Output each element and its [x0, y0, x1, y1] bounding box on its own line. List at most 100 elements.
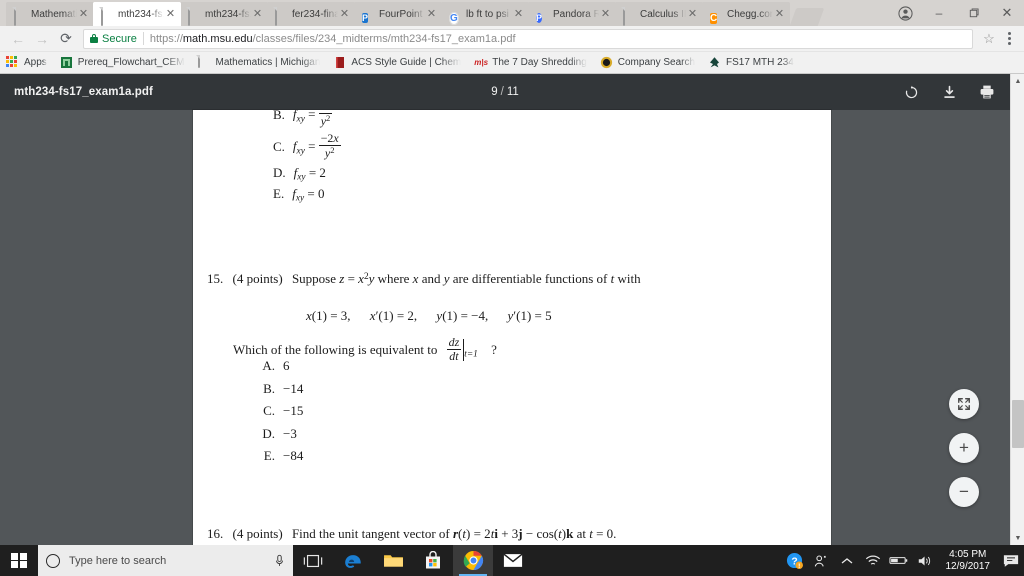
pdf-toolbar: mth234-fs17_exam1a.pdf 9/11 [0, 74, 1010, 110]
maximize-button[interactable] [956, 0, 990, 26]
choice-value: −15 [283, 403, 304, 418]
tab-close-icon[interactable]: ✕ [251, 8, 264, 21]
choice-item[interactable]: B. −14 [253, 381, 303, 397]
browser-tab-4[interactable]: P FourPoint ✕ [354, 2, 442, 26]
download-icon[interactable] [940, 83, 958, 101]
browser-tab-1-active[interactable]: mth234-fs17_exam1a.pdf ✕ [93, 2, 181, 26]
scrollbar-thumb[interactable] [1012, 400, 1024, 448]
new-tab-button[interactable] [789, 8, 825, 26]
bookmark-label: Company Search [617, 57, 696, 68]
help-icon[interactable]: ?! [782, 545, 808, 576]
bookmark-star-icon[interactable]: ☆ [978, 28, 1000, 50]
tab-close-icon[interactable]: ✕ [599, 8, 612, 21]
start-button[interactable] [0, 545, 38, 576]
window-controls: – ✕ [888, 0, 1024, 26]
address-bar[interactable]: Secure https://math.msu.edu/classes/file… [83, 28, 973, 49]
pdf-page-indicator: 9/11 [0, 86, 1010, 98]
choice-item[interactable]: A. 6 [253, 358, 303, 374]
task-view-icon[interactable] [293, 545, 333, 576]
zoom-out-button[interactable]: − [949, 477, 979, 507]
fraction-numerator: dz [448, 335, 460, 349]
battery-icon[interactable] [886, 545, 912, 576]
bookmark-mathematics[interactable]: Mathematics | Michigan [197, 55, 320, 69]
tab-close-icon[interactable]: ✕ [773, 8, 786, 21]
doc-icon [14, 6, 26, 26]
choice-item[interactable]: C. −15 [253, 403, 303, 419]
book-red-icon [333, 56, 346, 69]
tab-close-icon[interactable]: ✕ [686, 8, 699, 21]
edge-icon[interactable] [333, 545, 373, 576]
browser-tab-0[interactable]: Mathematics | Michigan State ✕ [6, 2, 94, 26]
bookmark-fs17-mth-234[interactable]: FS17 MTH 234 [708, 56, 794, 69]
pdf-page-current[interactable]: 9 [491, 86, 497, 98]
bookmark-acs-style-guide[interactable]: ACS Style Guide | Chem [333, 56, 461, 69]
pdf-viewer: mth234-fs17_exam1a.pdf 9/11 B. fxy = y2 … [0, 74, 1024, 545]
bookmark-apps[interactable]: Apps [6, 56, 47, 69]
file-explorer-icon[interactable] [373, 545, 413, 576]
google-icon: G [449, 11, 459, 25]
browser-tab-6[interactable]: P Pandora Radio ✕ [528, 2, 616, 26]
bookmark-label: Apps [24, 57, 47, 68]
choice-value: −14 [283, 380, 304, 396]
choice-d: D. fxy = 2 [273, 165, 326, 183]
tab-label: Mathematics | Michigan State [31, 8, 77, 20]
action-center-icon[interactable] [998, 545, 1024, 576]
reload-button[interactable]: ⟳ [54, 27, 78, 51]
taskbar-clock[interactable]: 4:05 PM 12/9/2017 [938, 549, 999, 573]
given-x1: x(1) = 3, [306, 308, 351, 323]
choice-label: C. [263, 403, 275, 418]
tab-close-icon[interactable]: ✕ [338, 8, 351, 21]
show-hidden-icons-icon[interactable] [834, 545, 860, 576]
forward-button[interactable]: → [30, 27, 54, 51]
tab-close-icon[interactable]: ✕ [77, 8, 90, 21]
chrome-icon[interactable] [453, 545, 493, 576]
cortana-icon [46, 553, 60, 568]
tab-close-icon[interactable]: ✕ [512, 8, 525, 21]
wifi-icon[interactable] [860, 545, 886, 576]
choice-value: −84 [283, 448, 304, 463]
tab-label: fer234-final.pdf [292, 8, 338, 20]
microphone-icon[interactable] [273, 554, 285, 568]
pdf-page-total: 11 [506, 86, 519, 98]
volume-icon[interactable] [912, 545, 938, 576]
rotate-icon[interactable] [902, 83, 920, 101]
mail-icon[interactable] [493, 545, 533, 576]
browser-tab-2[interactable]: mth234-fs17_exam1a_key.pdf ✕ [180, 2, 268, 26]
scroll-down-arrow-icon[interactable]: ▼ [1011, 531, 1024, 545]
minimize-button[interactable]: – [922, 0, 956, 26]
clock-time: 4:05 PM [949, 548, 987, 560]
bookmark-company-search[interactable]: Company Search [600, 56, 695, 69]
url-path: /classes/files/234_midterms/mth234-fs17_… [252, 32, 516, 45]
taskbar-pinned-apps [293, 545, 533, 576]
profile-icon[interactable] [888, 0, 922, 26]
browser-tab-8[interactable]: C Chegg.com ✕ [702, 2, 790, 26]
zoom-in-button[interactable]: + [949, 433, 979, 463]
pdf-actions [902, 83, 996, 101]
fit-to-page-icon[interactable] [949, 389, 979, 419]
choice-item[interactable]: D. −3 [253, 426, 303, 442]
browser-tab-7[interactable]: Calculus III ✕ [615, 2, 703, 26]
tab-label: Pandora Radio [553, 8, 599, 20]
choice-label: D. [262, 425, 275, 441]
question-16-stem: 16. (4 points) Find the unit tangent vec… [207, 526, 616, 542]
pandora-icon: P [536, 12, 543, 23]
taskbar-search-box[interactable]: Type here to search [38, 545, 293, 576]
browser-tab-3[interactable]: fer234-final.pdf ✕ [267, 2, 355, 26]
question-15-text: Suppose z = x2y where x and y are differ… [291, 271, 641, 286]
tab-close-icon[interactable]: ✕ [425, 8, 438, 21]
doc-icon [101, 6, 113, 26]
pdf-vertical-scrollbar[interactable]: ▲ ▼ [1010, 74, 1024, 545]
bookmark-prereq-flowchart[interactable]: Prereq_Flowchart_CEM [60, 56, 185, 69]
choice-item[interactable]: E. −84 [253, 448, 304, 464]
tab-close-icon[interactable]: ✕ [164, 8, 177, 21]
bookmark-7-day-shredding[interactable]: m|s The 7 Day Shredding [474, 56, 587, 69]
print-icon[interactable] [978, 83, 996, 101]
people-icon[interactable] [808, 545, 834, 576]
scroll-up-arrow-icon[interactable]: ▲ [1011, 74, 1024, 88]
browser-tab-5[interactable]: G lb ft to psi ✕ [441, 2, 529, 26]
microsoft-store-icon[interactable] [413, 545, 453, 576]
back-button[interactable]: ← [6, 27, 30, 51]
chrome-menu-button[interactable] [1000, 28, 1018, 50]
close-button[interactable]: ✕ [990, 0, 1024, 26]
spartan-icon [708, 56, 721, 69]
